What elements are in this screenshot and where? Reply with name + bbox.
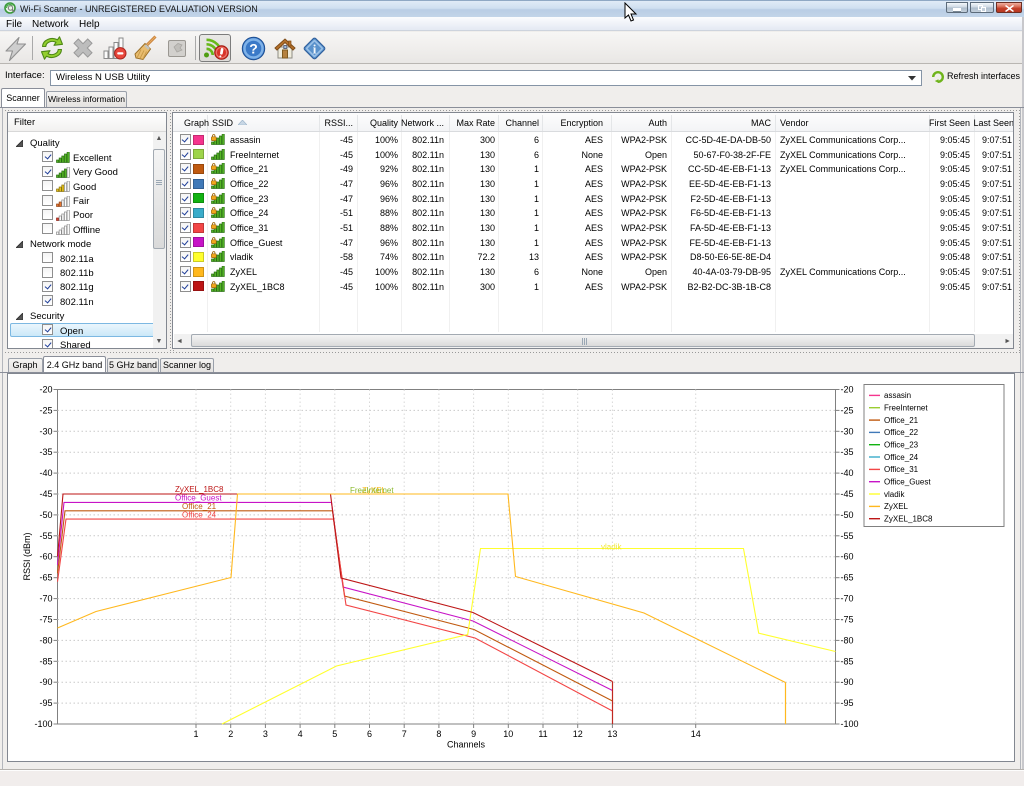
svg-text:3: 3 (263, 729, 268, 739)
svg-text:-80: -80 (841, 635, 854, 645)
svg-text:13: 13 (607, 729, 617, 739)
svg-text:-50: -50 (39, 509, 52, 519)
svg-text:Office_24: Office_24 (182, 510, 217, 519)
svg-text:-30: -30 (39, 426, 52, 436)
svg-text:8: 8 (436, 729, 441, 739)
svg-text:assasin: assasin (884, 391, 911, 400)
svg-text:-65: -65 (39, 572, 52, 582)
svg-text:?: ? (249, 41, 258, 57)
svg-text:-45: -45 (39, 489, 52, 499)
svg-text:-60: -60 (841, 551, 854, 561)
svg-text:-30: -30 (841, 426, 854, 436)
svg-text:9: 9 (471, 729, 476, 739)
svg-text:4: 4 (298, 729, 303, 739)
svg-text:-25: -25 (841, 405, 854, 415)
svg-text:5: 5 (332, 729, 337, 739)
svg-text:2: 2 (228, 729, 233, 739)
svg-text:7: 7 (402, 729, 407, 739)
svg-text:-90: -90 (841, 677, 854, 687)
svg-text:i: i (313, 42, 317, 57)
svg-text:-35: -35 (841, 447, 854, 457)
svg-text:-100: -100 (34, 719, 52, 729)
svg-text:vladik: vladik (601, 542, 622, 551)
svg-text:6: 6 (367, 729, 372, 739)
svg-text:-85: -85 (39, 656, 52, 666)
svg-text:14: 14 (691, 729, 701, 739)
svg-text:-95: -95 (39, 698, 52, 708)
svg-text:vladik: vladik (884, 489, 905, 498)
svg-text:-55: -55 (841, 530, 854, 540)
svg-text:1: 1 (193, 729, 198, 739)
svg-text:-60: -60 (39, 551, 52, 561)
svg-text:ZyXEL_1BC8: ZyXEL_1BC8 (884, 514, 933, 523)
svg-text:-40: -40 (39, 468, 52, 478)
svg-text:-70: -70 (841, 593, 854, 603)
svg-text:-20: -20 (39, 384, 52, 394)
svg-text:Office_21: Office_21 (884, 415, 919, 424)
svg-text:11: 11 (538, 729, 547, 739)
svg-text:Office_Guest: Office_Guest (884, 477, 931, 486)
svg-text:Office_22: Office_22 (884, 428, 919, 437)
svg-text:FreeInternet: FreeInternet (884, 403, 928, 412)
svg-text:-20: -20 (841, 384, 854, 394)
svg-text:-65: -65 (841, 572, 854, 582)
svg-text:-45: -45 (841, 489, 854, 499)
svg-text:-85: -85 (841, 656, 854, 666)
svg-text:-100: -100 (841, 719, 859, 729)
svg-text:Office_31: Office_31 (884, 465, 919, 474)
svg-text:ZyXEL: ZyXEL (884, 502, 909, 511)
svg-text:10: 10 (503, 729, 513, 739)
svg-text:Office_24: Office_24 (884, 452, 919, 461)
svg-text:Office_23: Office_23 (884, 440, 919, 449)
svg-text:Channels: Channels (447, 739, 486, 749)
svg-text:-80: -80 (39, 635, 52, 645)
svg-text:FreeInternet: FreeInternet (350, 486, 394, 495)
svg-text:-25: -25 (39, 405, 52, 415)
svg-text:RSSI (dBm): RSSI (dBm) (22, 532, 32, 580)
svg-text:-35: -35 (39, 447, 52, 457)
svg-text:-55: -55 (39, 530, 52, 540)
svg-text:-90: -90 (39, 677, 52, 687)
svg-text:-75: -75 (841, 614, 854, 624)
svg-text:-70: -70 (39, 593, 52, 603)
svg-text:-50: -50 (841, 509, 854, 519)
svg-text:12: 12 (573, 729, 583, 739)
svg-text:-75: -75 (39, 614, 52, 624)
svg-text:-95: -95 (841, 698, 854, 708)
svg-text:-40: -40 (841, 468, 854, 478)
